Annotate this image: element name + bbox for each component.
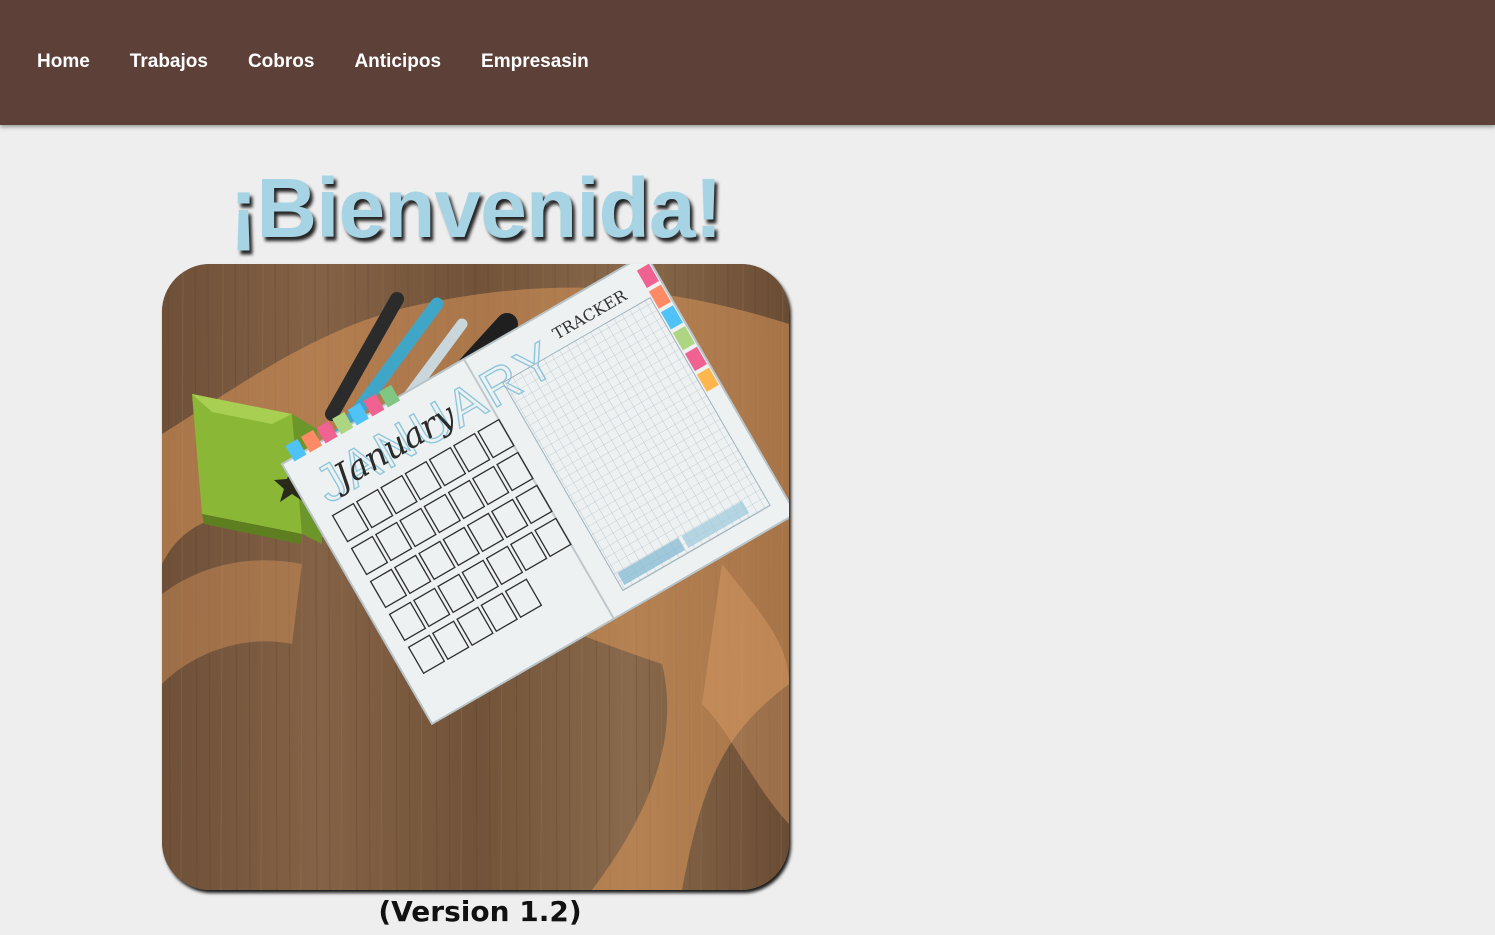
nav-trabajos[interactable]: Trabajos <box>130 51 208 73</box>
hero-calendar-image: JANUARY January TRACKER <box>162 264 789 890</box>
nav-cobros[interactable]: Cobros <box>248 51 315 73</box>
version-label: (Version 1.2) <box>378 895 582 928</box>
nav-empresasin[interactable]: Empresasin <box>481 51 589 73</box>
nav-anticipos[interactable]: Anticipos <box>354 51 441 73</box>
top-navbar: Home Trabajos Cobros Anticipos Empresasi… <box>0 0 1495 125</box>
nav-home[interactable]: Home <box>37 51 90 73</box>
welcome-title: ¡Bienvenida! <box>229 161 722 255</box>
